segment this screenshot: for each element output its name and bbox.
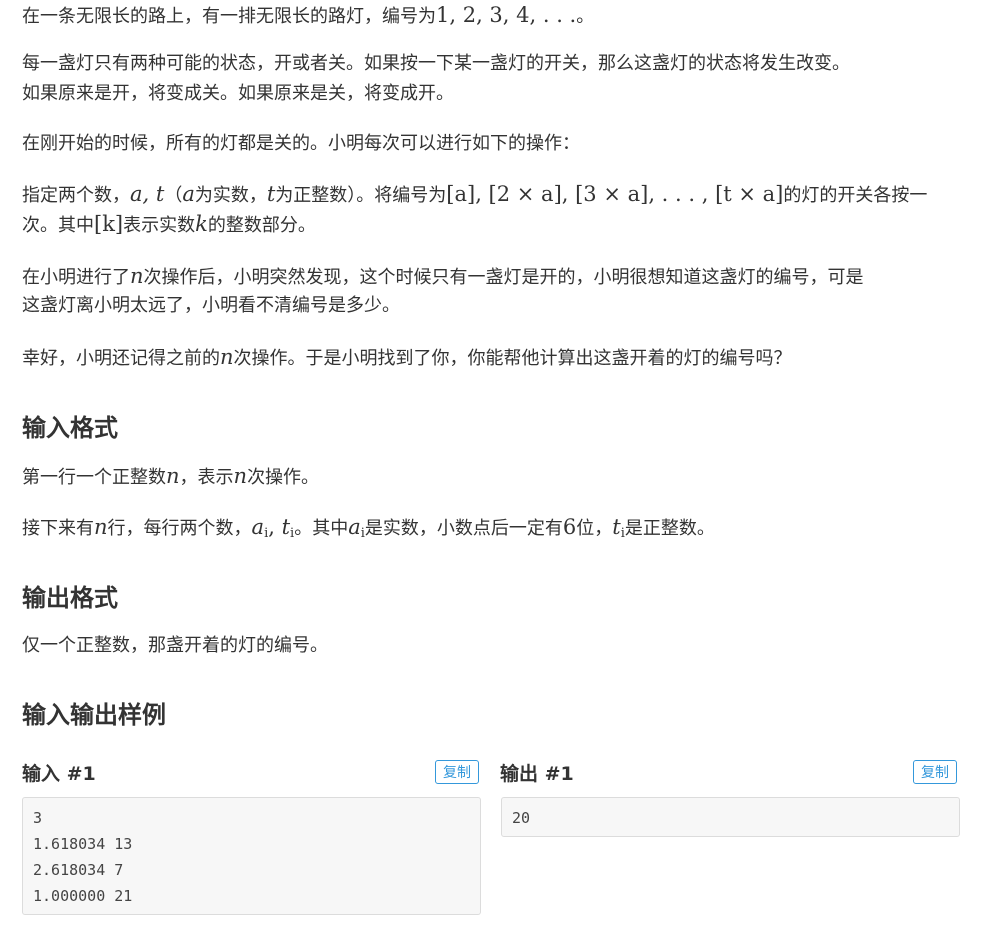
- math-text: n: [130, 264, 144, 288]
- text: 接下来有: [22, 518, 94, 539]
- math-n: n: [234, 464, 248, 488]
- description-paragraph-6: 幸好，小明还记得之前的n次操作。于是小明找到了你，你能帮他计算出这盏开着的灯的编…: [22, 342, 967, 374]
- math-ai: ai: [348, 515, 365, 541]
- code-line: 1.618034 13: [33, 835, 133, 853]
- text: 第一行一个正整数: [22, 467, 166, 488]
- copy-input-button[interactable]: 复制: [435, 760, 479, 784]
- sample-input-box[interactable]: 3 1.618034 13 2.618034 7 1.000000 21: [22, 797, 481, 915]
- output-format-heading: 输出格式: [22, 584, 118, 612]
- code-line: 3: [33, 809, 43, 827]
- description-paragraph-1: 在一条无限长的路上，有一排无限长的路灯，编号为1, 2, 3, 4, . . .…: [22, 0, 967, 32]
- text: 。: [576, 6, 595, 27]
- math-ai-ti: ai, ti: [251, 515, 295, 541]
- text: 次操作。: [247, 467, 320, 488]
- math-text: n: [233, 464, 248, 488]
- samples-heading: 输入输出样例: [22, 701, 166, 729]
- description-paragraph-4-line-2: 次。其中[k]表示实数k的整数部分。: [22, 209, 967, 241]
- input-format-paragraph-1: 第一行一个正整数n，表示n次操作。: [22, 461, 967, 493]
- text: 的灯的开关各按一: [783, 185, 928, 206]
- text-line: 每一盏灯只有两种可能的状态，开或者关。如果按一下某一盏灯的开关，那么这盏灯的状态…: [22, 53, 850, 74]
- text: 。其中: [294, 518, 349, 539]
- text: 是正整数。: [624, 518, 715, 539]
- description-paragraph-5: 在小明进行了n次操作后，小明突然发现，这个时候只有一盏灯是开的，小明很想知道这盏…: [22, 261, 967, 293]
- text: 在刚开始的时候，所有的灯都是关的。小明每次可以进行如下的操作：: [22, 133, 580, 154]
- text: 位，: [576, 518, 613, 539]
- math-text: a: [251, 515, 265, 539]
- text: ，表示: [179, 467, 234, 488]
- math-text: n: [220, 345, 234, 369]
- text: （: [164, 185, 183, 206]
- math-six: 6: [562, 515, 577, 539]
- math-text: n: [94, 515, 108, 539]
- math-text: k: [195, 212, 208, 236]
- input-format-paragraph-2: 接下来有n行，每行两个数，ai, ti。其中ai是实数，小数点后一定有6位，ti…: [22, 512, 967, 549]
- text: 次操作后，小明突然发现，这个时候只有一盏灯是开的，小明很想知道这盏灯的编号，可是: [143, 267, 864, 288]
- text: 为实数，: [194, 185, 267, 206]
- text: 次操作。于是小明找到了你，你能帮他计算出这盏开着的灯的编号吗？: [233, 348, 792, 369]
- text: 是实数，小数点后一定有: [364, 518, 563, 539]
- code-line: 2.618034 7: [33, 861, 124, 879]
- text: 表示实数: [123, 215, 196, 236]
- math-n: n: [166, 464, 180, 488]
- math-text: t: [612, 515, 621, 539]
- description-paragraph-5-line-2: 这盏灯离小明太远了，小明看不清编号是多少。: [22, 291, 967, 321]
- sample-input-title: 输入 #1: [22, 763, 96, 785]
- copy-output-button[interactable]: 复制: [913, 760, 957, 784]
- math-n: n: [220, 345, 234, 369]
- math-text: t: [281, 515, 291, 539]
- math-lamp-indices: [a], [2 × a], [3 × a], . . . , [t × a]: [446, 182, 784, 206]
- math-n: n: [94, 515, 108, 539]
- text: 指定两个数，: [22, 185, 130, 206]
- math-k: k: [195, 212, 208, 236]
- description-paragraph-2: 每一盏灯只有两种可能的状态，开或者关。如果按一下某一盏灯的开关，那么这盏灯的状态…: [22, 49, 967, 79]
- text-line: 如果原来是开，将变成关。如果原来是关，将变成开。: [22, 83, 454, 104]
- sample-output-title: 输出 #1: [500, 763, 574, 785]
- sample-output-box[interactable]: 20: [501, 797, 960, 837]
- math-a-t: a, t: [130, 182, 164, 206]
- math-text: a: [182, 182, 195, 206]
- description-paragraph-4: 指定两个数，a, t（a为实数，t为正整数）。将编号为[a], [2 × a],…: [22, 179, 967, 211]
- text: 行，每行两个数，: [107, 518, 252, 539]
- description-paragraph-2-line-2: 如果原来是开，将变成关。如果原来是关，将变成开。: [22, 79, 967, 109]
- input-format-heading: 输入格式: [22, 414, 118, 442]
- text: 在一条无限长的路上，有一排无限长的路灯，编号为: [22, 6, 436, 27]
- math-text: n: [166, 464, 180, 488]
- math-floor-k: [k]: [94, 212, 124, 236]
- text: 幸好，小明还记得之前的: [22, 348, 220, 369]
- math-a: a: [182, 182, 195, 206]
- code-line: 1.000000 21: [33, 887, 133, 905]
- math-n: n: [130, 264, 144, 288]
- output-format-text: 仅一个正整数，那盏开着的灯的编号。: [22, 635, 328, 656]
- text: 这盏灯离小明太远了，小明看不清编号是多少。: [22, 295, 400, 316]
- text: 次。其中: [22, 215, 94, 236]
- code-line: 20: [512, 809, 531, 827]
- math-ti: ti: [612, 515, 625, 541]
- math-text: a: [348, 515, 361, 539]
- math-separator: ,: [268, 515, 282, 539]
- text: 在小明进行了: [22, 267, 130, 288]
- text: 的整数部分。: [207, 215, 316, 236]
- text: 为正整数）。将编号为: [275, 185, 447, 206]
- description-paragraph-3: 在刚开始的时候，所有的灯都是关的。小明每次可以进行如下的操作：: [22, 129, 967, 159]
- math-text: a, t: [130, 182, 165, 206]
- math-lamp-sequence: 1, 2, 3, 4, . . .: [436, 3, 577, 27]
